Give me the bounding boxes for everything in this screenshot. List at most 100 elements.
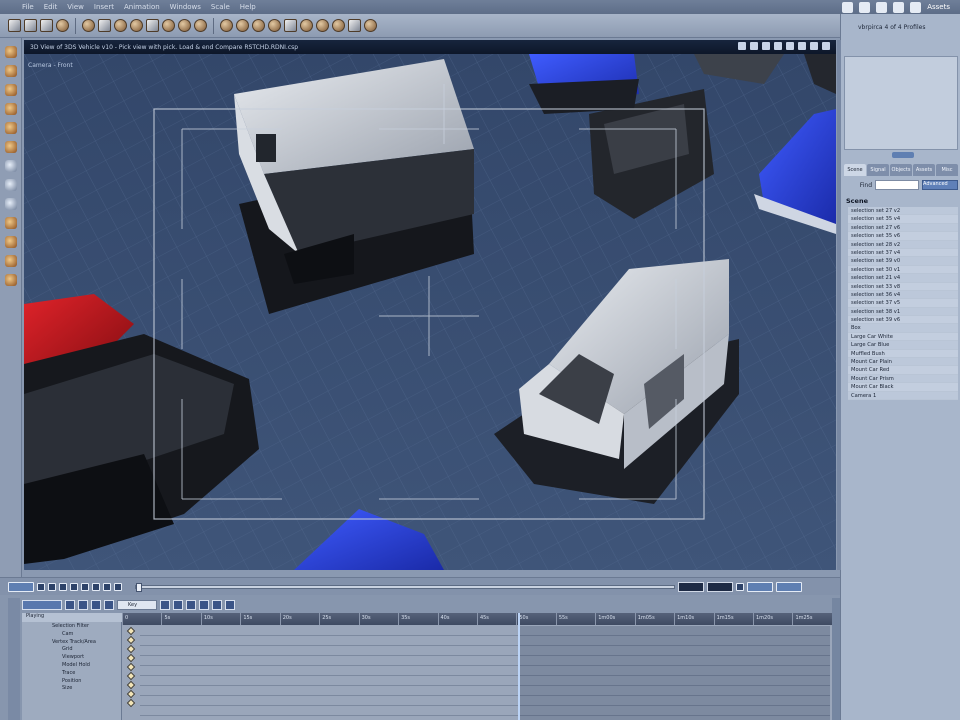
tab-scene[interactable]: Scene [844, 164, 866, 176]
add-key-icon[interactable] [65, 600, 75, 610]
menu-insert[interactable]: Insert [94, 3, 114, 11]
total-frames-field[interactable] [707, 581, 733, 592]
current-frame-field[interactable] [678, 581, 704, 592]
prev-key-icon[interactable] [48, 582, 56, 591]
rotate-tool-icon[interactable] [40, 19, 53, 32]
list-item[interactable]: Box [848, 324, 958, 333]
keyframe-icon[interactable] [126, 626, 136, 636]
menu-edit[interactable]: Edit [44, 3, 58, 11]
loop-icon[interactable] [114, 582, 122, 591]
layer-icon[interactable] [348, 19, 361, 32]
prev-frame-icon[interactable] [59, 582, 67, 591]
list-item[interactable]: selection set 27 v2 [848, 207, 958, 216]
grid-icon[interactable] [284, 19, 297, 32]
scale-tool-icon[interactable] [4, 103, 17, 115]
menu-help[interactable]: Help [240, 3, 256, 11]
linear-interp-icon[interactable] [160, 600, 170, 610]
panel-splitter[interactable] [837, 40, 841, 570]
light-icon[interactable] [178, 19, 191, 32]
tree-item[interactable]: Cam [22, 631, 122, 639]
group-icon[interactable] [220, 19, 233, 32]
timeline-playhead[interactable] [518, 613, 520, 720]
keyframe-icon[interactable] [126, 698, 136, 708]
list-item[interactable]: selection set 27 v6 [848, 223, 958, 233]
layout-icon[interactable] [786, 42, 794, 50]
tree-item[interactable]: Grid [22, 646, 122, 654]
play-button[interactable] [747, 581, 773, 592]
plane-primitive-icon[interactable] [146, 19, 159, 32]
tree-item[interactable]: Viewport [22, 654, 122, 662]
orbit-icon[interactable] [750, 42, 758, 50]
edit-icon[interactable] [859, 1, 871, 13]
pose-tool-icon[interactable] [4, 236, 17, 248]
list-item[interactable]: Mount Car Plain [848, 358, 958, 367]
camera-icon[interactable] [194, 19, 207, 32]
list-item[interactable]: Muffled Bush [848, 349, 958, 359]
list-item[interactable]: selection set 37 v4 [848, 248, 958, 258]
keyframe-icon[interactable] [126, 635, 136, 645]
tree-item[interactable]: Trace [22, 670, 122, 678]
end-button[interactable] [776, 581, 802, 592]
paste-key-icon[interactable] [104, 600, 114, 610]
play-icon[interactable] [70, 582, 78, 591]
snap-icon[interactable] [300, 19, 313, 32]
keyframe-icon[interactable] [126, 653, 136, 663]
3d-viewport[interactable] [24, 54, 836, 570]
collapse-handle[interactable] [892, 152, 914, 158]
figure-tool-icon[interactable] [4, 274, 17, 286]
time-slider[interactable] [135, 582, 675, 592]
keyframe-icon[interactable] [126, 671, 136, 681]
stop-button[interactable] [8, 581, 34, 592]
list-item[interactable]: Mount Car Prism [848, 374, 958, 384]
list-item[interactable]: selection set 36 v4 [848, 290, 958, 300]
zoom-icon[interactable] [4, 198, 17, 210]
list-item[interactable]: selection set 39 v0 [848, 257, 958, 266]
tree-item[interactable]: Vertex Track/Area [22, 639, 122, 647]
tree-item[interactable]: Selection Filter [22, 623, 122, 631]
list-item[interactable]: Large Car White [848, 332, 958, 342]
frame-icon[interactable] [774, 42, 782, 50]
tab-objects[interactable]: Objects [890, 164, 912, 176]
material-ball-icon[interactable] [56, 19, 69, 32]
key-filter-dropdown[interactable]: Key [117, 600, 157, 610]
timeline-mode-button[interactable] [22, 600, 62, 610]
list-item[interactable]: selection set 33 v8 [848, 282, 958, 291]
keyframe-icon[interactable] [126, 662, 136, 672]
list-item[interactable]: selection set 39 v6 [848, 316, 958, 325]
texture-icon[interactable] [252, 19, 265, 32]
keyframe-icon[interactable] [126, 689, 136, 699]
translate-tool-icon[interactable] [4, 65, 17, 77]
view-menu-icon[interactable] [798, 42, 806, 50]
maximize-icon[interactable] [822, 42, 830, 50]
pan-hand-icon[interactable] [4, 179, 17, 191]
pen-icon[interactable] [910, 1, 922, 13]
move-tool-icon[interactable] [24, 19, 37, 32]
cone-primitive-icon[interactable] [130, 19, 143, 32]
list-item[interactable]: selection set 35 v6 [848, 232, 958, 241]
key-options-icon[interactable] [225, 600, 235, 610]
advanced-button[interactable]: Advanced [922, 180, 958, 190]
tree-item[interactable]: Position [22, 678, 122, 686]
menu-view[interactable]: View [67, 3, 84, 11]
timeline-scrollbar[interactable] [832, 598, 840, 720]
list-item[interactable]: selection set 35 v4 [848, 215, 958, 224]
rotate-tool-icon[interactable] [4, 84, 17, 96]
select-tool-icon[interactable] [8, 19, 21, 32]
timeline-options-icon[interactable] [736, 582, 744, 591]
menu-scale[interactable]: Scale [211, 3, 230, 11]
keyframe-icon[interactable] [126, 680, 136, 690]
cube-primitive-icon[interactable] [98, 19, 111, 32]
paint-tool-icon[interactable] [4, 122, 17, 134]
next-key-icon[interactable] [92, 582, 100, 591]
pointer-tool-icon[interactable] [4, 46, 17, 58]
list-item[interactable]: Large Car Blue [848, 341, 958, 350]
list-item[interactable]: Mount Car Red [848, 366, 958, 375]
ease-in-icon[interactable] [199, 600, 209, 610]
render-icon[interactable] [268, 19, 281, 32]
list-item[interactable]: selection set 38 v1 [848, 307, 958, 317]
menu-windows[interactable]: Windows [170, 3, 201, 11]
go-start-icon[interactable] [37, 582, 45, 591]
morph-tool-icon[interactable] [4, 255, 17, 267]
menu-animation[interactable]: Animation [124, 3, 160, 11]
constant-interp-icon[interactable] [186, 600, 196, 610]
